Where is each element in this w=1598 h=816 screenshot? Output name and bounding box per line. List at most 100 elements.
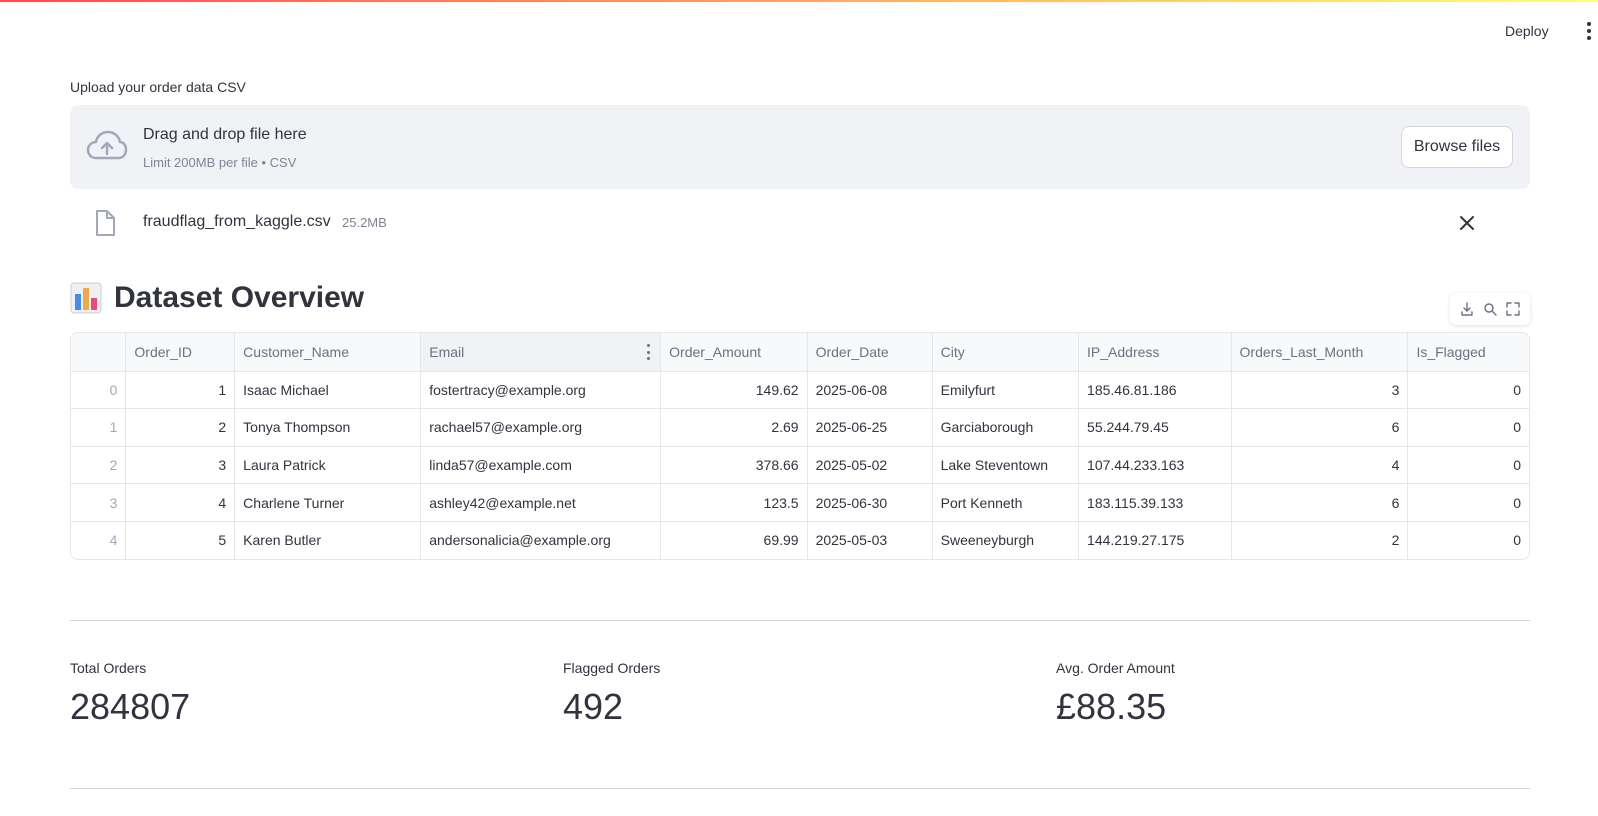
dataframe[interactable]: Order_ID Customer_Name Email Order_Amoun… xyxy=(70,332,1530,560)
table-cell[interactable]: Garciaborough xyxy=(932,408,1080,447)
table-cell[interactable]: 69.99 xyxy=(660,521,808,559)
row-index: 3 xyxy=(71,483,127,522)
metric-value: 492 xyxy=(563,686,624,727)
divider xyxy=(70,620,1530,621)
cloud-upload-icon xyxy=(86,130,128,160)
column-header[interactable]: Order_ID xyxy=(125,333,236,372)
table-cell[interactable]: fostertracy@example.org xyxy=(420,371,662,410)
dropzone-title: Drag and drop file here xyxy=(143,126,307,143)
table-cell[interactable]: 55.244.79.45 xyxy=(1078,408,1232,447)
table-cell[interactable]: 0 xyxy=(1407,446,1529,485)
column-header[interactable]: IP_Address xyxy=(1078,333,1232,372)
table-header-row: Order_ID Customer_Name Email Order_Amoun… xyxy=(71,333,1529,372)
table-cell[interactable]: 2 xyxy=(125,408,236,447)
table-cell[interactable]: 0 xyxy=(1407,483,1529,522)
table-cell[interactable]: andersonalicia@example.org xyxy=(420,521,662,559)
table-cell[interactable]: 6 xyxy=(1231,408,1409,447)
column-header[interactable]: City xyxy=(932,333,1080,372)
table-cell[interactable]: Emilyfurt xyxy=(932,371,1080,410)
fullscreen-icon[interactable] xyxy=(1505,302,1520,316)
table-cell[interactable]: 4 xyxy=(1231,446,1409,485)
deploy-button[interactable]: Deploy xyxy=(1505,18,1549,44)
table-cell[interactable]: Karen Butler xyxy=(234,521,422,559)
table-cell[interactable]: 4 xyxy=(125,483,236,522)
metric-total-orders: Total Orders 284807 xyxy=(70,660,190,728)
table-row: 1 2 Tonya Thompson rachael57@example.org… xyxy=(71,408,1529,447)
browse-files-button[interactable]: Browse files xyxy=(1401,126,1513,168)
table-cell[interactable]: 3 xyxy=(125,446,236,485)
table-row: 4 5 Karen Butler andersonalicia@example.… xyxy=(71,521,1529,559)
column-header[interactable]: Order_Amount xyxy=(660,333,808,372)
column-header[interactable]: Order_Date xyxy=(807,333,933,372)
table-cell[interactable]: 2 xyxy=(1231,521,1409,559)
table-cell[interactable]: Isaac Michael xyxy=(234,371,422,410)
table-cell[interactable]: rachael57@example.org xyxy=(420,408,662,447)
table-cell[interactable]: 144.219.27.175 xyxy=(1078,521,1232,559)
metric-label: Flagged Orders xyxy=(563,660,661,676)
table-cell[interactable]: 5 xyxy=(125,521,236,559)
section-heading: Dataset Overview xyxy=(70,278,364,318)
metric-flagged-orders: Flagged Orders 492 xyxy=(563,660,660,728)
table-row: 0 1 Isaac Michael fostertracy@example.or… xyxy=(71,371,1529,410)
page-title: Dataset Overview xyxy=(114,281,365,314)
metric-label: Avg. Order Amount xyxy=(1056,660,1175,676)
row-index: 0 xyxy=(71,371,127,410)
table-cell[interactable]: 1 xyxy=(125,371,236,410)
table-cell[interactable]: Lake Steventown xyxy=(932,446,1080,485)
table-cell[interactable]: 107.44.233.163 xyxy=(1078,446,1232,485)
metric-value: £88.35 xyxy=(1056,686,1167,727)
remove-file-icon[interactable] xyxy=(1457,213,1477,233)
uploader-label: Upload your order data CSV xyxy=(70,79,246,95)
uploaded-file-item: fraudflag_from_kaggle.csv 25.2MB xyxy=(70,205,1530,241)
bar-chart-icon xyxy=(70,282,102,314)
table-cell[interactable]: Tonya Thompson xyxy=(234,408,422,447)
row-index: 4 xyxy=(71,521,127,559)
search-icon[interactable] xyxy=(1483,302,1497,316)
table-cell[interactable]: Laura Patrick xyxy=(234,446,422,485)
column-header-index xyxy=(71,333,127,372)
table-cell[interactable]: 2025-05-03 xyxy=(807,521,933,559)
table-cell[interactable]: 0 xyxy=(1407,371,1529,410)
table-cell[interactable]: 2.69 xyxy=(660,408,808,447)
column-header[interactable]: Orders_Last_Month xyxy=(1231,333,1409,372)
table-cell[interactable]: 183.115.39.133 xyxy=(1078,483,1232,522)
table-cell[interactable]: 2025-06-30 xyxy=(807,483,933,522)
file-icon xyxy=(96,210,115,236)
table-cell[interactable]: linda57@example.com xyxy=(420,446,662,485)
dropzone-subtitle: Limit 200MB per file • CSV xyxy=(143,155,297,170)
table-row: 3 4 Charlene Turner ashley42@example.net… xyxy=(71,483,1529,522)
row-index: 2 xyxy=(71,446,127,485)
table-cell[interactable]: 185.46.81.186 xyxy=(1078,371,1232,410)
dataframe-toolbar xyxy=(1450,293,1530,325)
data-table: Order_ID Customer_Name Email Order_Amoun… xyxy=(71,333,1529,559)
table-cell[interactable]: Sweeneyburgh xyxy=(932,521,1080,559)
table-cell[interactable]: 2025-05-02 xyxy=(807,446,933,485)
table-cell[interactable]: 123.5 xyxy=(660,483,808,522)
table-cell[interactable]: 6 xyxy=(1231,483,1409,522)
download-icon[interactable] xyxy=(1460,302,1474,316)
column-header[interactable]: Customer_Name xyxy=(234,333,422,372)
file-dropzone[interactable]: Drag and drop file here Limit 200MB per … xyxy=(70,105,1530,189)
table-cell[interactable]: 149.62 xyxy=(660,371,808,410)
column-header[interactable]: Email xyxy=(420,333,662,372)
table-cell[interactable]: 2025-06-08 xyxy=(807,371,933,410)
table-cell[interactable]: ashley42@example.net xyxy=(420,483,662,522)
table-cell[interactable]: 378.66 xyxy=(660,446,808,485)
table-row: 2 3 Laura Patrick linda57@example.com 37… xyxy=(71,446,1529,485)
table-cell[interactable]: Port Kenneth xyxy=(932,483,1080,522)
table-cell[interactable]: 2025-06-25 xyxy=(807,408,933,447)
app-header: Deploy xyxy=(0,0,1598,60)
table-cell[interactable]: 3 xyxy=(1231,371,1409,410)
uploaded-file-size: 25.2MB xyxy=(342,215,387,230)
metric-avg-order-amount: Avg. Order Amount £88.35 xyxy=(1056,660,1175,728)
column-header[interactable]: Is_Flagged xyxy=(1407,333,1529,372)
column-header-label: Email xyxy=(429,343,465,360)
table-cell[interactable]: 0 xyxy=(1408,521,1529,559)
row-index: 1 xyxy=(71,408,127,447)
main-menu-icon[interactable] xyxy=(1584,18,1594,44)
table-cell[interactable]: 0 xyxy=(1407,408,1529,447)
table-cell[interactable]: Charlene Turner xyxy=(234,483,422,522)
metric-label: Total Orders xyxy=(70,660,147,676)
column-menu-icon[interactable] xyxy=(646,344,650,360)
metric-value: 284807 xyxy=(70,686,191,727)
